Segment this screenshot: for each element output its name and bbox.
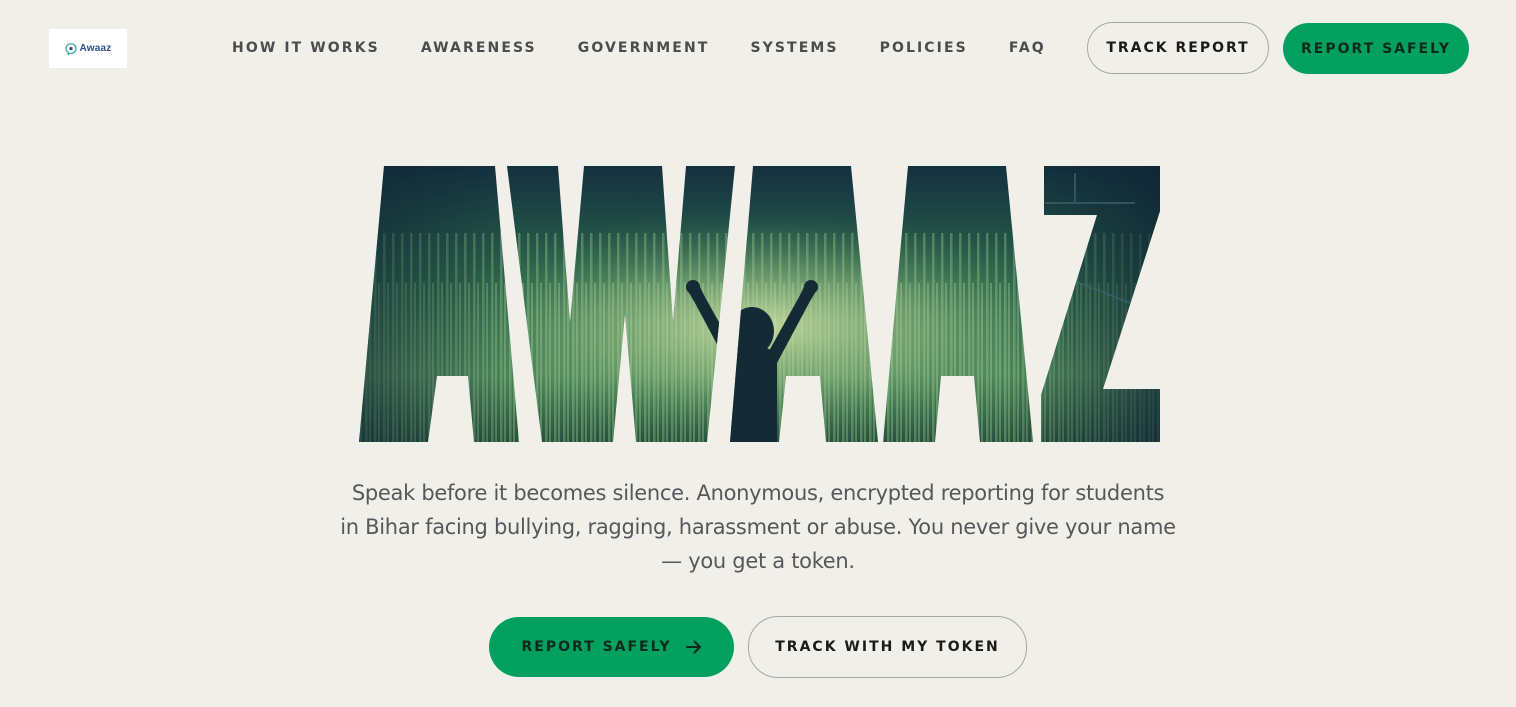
nav-awareness[interactable]: AWARENESS (421, 40, 537, 56)
report-safely-header-button[interactable]: REPORT SAFELY (1283, 23, 1469, 74)
shield-chat-icon (64, 42, 77, 55)
nav-faq[interactable]: FAQ (1009, 40, 1046, 56)
report-safely-button[interactable]: REPORT SAFELY (489, 617, 734, 677)
awaaz-wordmark (359, 166, 1160, 442)
nav-policies[interactable]: POLICIES (880, 40, 968, 56)
nav-systems[interactable]: SYSTEMS (750, 40, 838, 56)
main-nav: HOW IT WORKS AWARENESS GOVERNMENT SYSTEM… (232, 40, 1046, 56)
track-report-button[interactable]: TRACK REPORT (1087, 22, 1269, 74)
nav-government[interactable]: GOVERNMENT (578, 40, 710, 56)
report-safely-label: REPORT SAFELY (521, 639, 672, 655)
logo-text: Awaaz (79, 43, 112, 54)
logo[interactable]: Awaaz (49, 29, 127, 68)
track-with-token-button[interactable]: TRACK WITH MY TOKEN (748, 616, 1027, 678)
hero-tagline: Speak before it becomes silence. Anonymo… (340, 481, 1176, 573)
arrow-right-icon (685, 640, 701, 654)
nav-how-it-works[interactable]: HOW IT WORKS (232, 40, 380, 56)
